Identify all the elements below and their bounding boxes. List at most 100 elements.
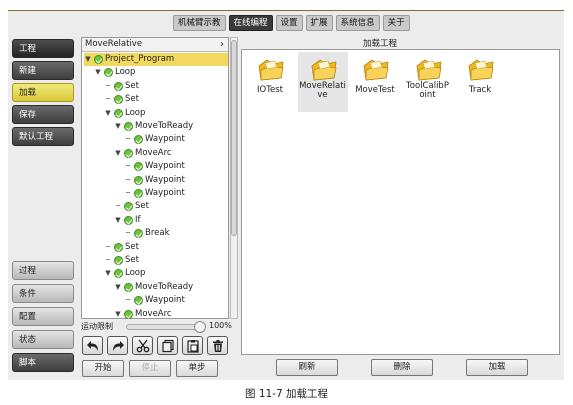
tree-node-label: Break [145,228,170,239]
sidebar-header: 工程 [12,39,74,58]
project-item[interactable]: MoveRelati ve [297,52,348,112]
copy-icon [161,339,174,352]
expand-arrow-icon[interactable]: ▼ [94,66,102,79]
sidebar-bottom-item-0[interactable]: 过程 [12,261,74,280]
sidebar-bottom-item-2[interactable]: 配置 [12,307,74,326]
tree-node[interactable]: ▼ If [114,214,141,227]
tree-node-label: Waypoint [145,134,185,145]
redo-icon [112,340,124,351]
page-title: 加载工程 [363,39,398,49]
expand-arrow-icon[interactable]: ▼ [114,120,122,133]
tree-node-label: Project_Program [105,54,175,64]
tab-2[interactable]: 设置 [275,15,303,31]
tree-node[interactable]: ─ Waypoint [124,187,185,200]
tree-node[interactable]: ▼ MoveArc [114,147,172,160]
undo-button[interactable] [82,336,103,355]
tree-node[interactable]: ─ Set [104,254,139,267]
tab-4[interactable]: 系统信息 [335,15,380,31]
tree-node[interactable]: ─ Set [104,93,139,106]
check-icon [134,162,143,172]
expand-arrow-icon[interactable]: ▼ [114,214,122,227]
delete-icon [212,339,223,352]
project-label: ToolCalibP oint [403,82,453,100]
project-label: MoveTest [350,86,400,95]
tree-node-label: Waypoint [145,188,185,198]
tree-branch-icon: ─ [105,95,111,104]
sidebar-item-0[interactable]: 新建 [12,61,74,80]
figure-caption: 图 11-7 加载工程 [244,388,328,400]
program-tree-panel[interactable]: MoveRelative › ▼ Project_Program ▼ Loop ─ Set… [81,37,229,319]
expand-arrow-icon[interactable]: ▼ [104,267,112,280]
tree-node-label: Waypoint [145,174,185,185]
tree-node[interactable]: ▼ Loop [94,66,135,79]
expand-arrow-icon[interactable]: ▼ [114,281,122,294]
speed-limit-control: 运动限制 100% [81,321,241,333]
tree-branch-icon: ─ [125,175,131,184]
project-item[interactable]: Track [455,52,505,112]
redo-button[interactable] [107,336,128,355]
tab-1[interactable]: 在线编程 [228,15,273,31]
project-item[interactable]: ToolCalibP oint [403,52,453,112]
tree-node[interactable]: ▼ Project_Program [84,53,228,66]
paste-icon [186,339,199,353]
tree-node[interactable]: ─ Waypoint [124,160,185,173]
tree-node[interactable]: ─ Set [104,241,139,254]
check-icon [114,242,123,252]
delete-button[interactable] [207,336,228,355]
tree-node-label: MoveToReady [135,281,194,292]
tree-node[interactable]: ▼ Loop [104,267,145,280]
tree-node-label: MoveArc [135,308,172,319]
check-icon [124,309,133,319]
tree-node-label: Set [125,255,139,265]
tree-node[interactable]: ─ Waypoint [124,133,185,146]
tree-node[interactable]: ▼ Loop [104,107,145,120]
tree-node[interactable]: ▼ MoveToReady [114,281,193,294]
tree-node[interactable]: ─ Waypoint [124,294,185,307]
cut-icon [136,339,149,352]
expand-arrow-icon[interactable]: ▼ [104,107,112,120]
sidebar-bottom-item-3[interactable]: 状态 [12,330,74,349]
expand-arrow-icon[interactable]: ▼ [84,53,92,66]
expand-arrow-icon[interactable]: ▼ [114,147,122,160]
speed-slider-handle[interactable] [194,321,206,333]
speed-limit-label: 运动限制 [81,322,113,331]
expand-arrow-icon[interactable]: ▼ [114,308,122,321]
step-button[interactable]: 单步 [176,360,218,377]
start-button[interactable]: 开始 [82,360,124,377]
sidebar-item-1[interactable]: 加载 [12,83,74,102]
stop-button[interactable]: 停止 [129,360,171,377]
top-tab-bar: 机械臂示教 在线编程 设置 扩展 系统信息 关于 [173,15,410,31]
tab-0[interactable]: 机械臂示教 [173,15,226,31]
project-item[interactable]: IOTest [245,52,295,112]
tree-node[interactable]: ─ Set [114,200,149,213]
sidebar-item-2[interactable]: 保存 [12,105,74,124]
paste-button[interactable] [182,336,203,355]
sidebar-bottom-item-1[interactable]: 条件 [12,284,74,303]
tree-node[interactable]: ▼ MoveToReady [114,120,193,133]
tree-node[interactable]: ─ Break [124,227,170,240]
tree-node[interactable]: ─ Waypoint [124,174,185,187]
sidebar-bottom-item-4[interactable]: 脚本 [12,353,74,372]
load-project-button[interactable]: 加载 [466,359,528,376]
chevron-right-icon[interactable]: › [220,38,224,51]
tree-node[interactable]: ─ Set [104,80,139,93]
tree-node-label: MoveArc [135,147,172,158]
tree-scrollbar[interactable] [230,37,238,319]
scrollbar-thumb[interactable] [231,40,237,236]
cut-button[interactable] [132,336,153,355]
tree-branch-icon: ─ [125,135,131,144]
folder-icon [257,58,285,82]
folder-icon [415,58,443,82]
check-icon [124,215,133,225]
delete-project-button[interactable]: 删除 [371,359,433,376]
tab-3[interactable]: 扩展 [305,15,333,31]
tree-header[interactable]: MoveRelative › [82,38,228,52]
tab-5[interactable]: 关于 [382,15,410,31]
copy-button[interactable] [157,336,178,355]
undo-icon [86,340,98,351]
tree-node[interactable]: ▼ MoveArc [114,308,172,321]
refresh-button[interactable]: 刷新 [276,359,338,376]
tree-node-label: MoveToReady [135,121,194,131]
project-item[interactable]: MoveTest [350,52,400,112]
sidebar-item-3[interactable]: 默认工程 [12,127,74,146]
